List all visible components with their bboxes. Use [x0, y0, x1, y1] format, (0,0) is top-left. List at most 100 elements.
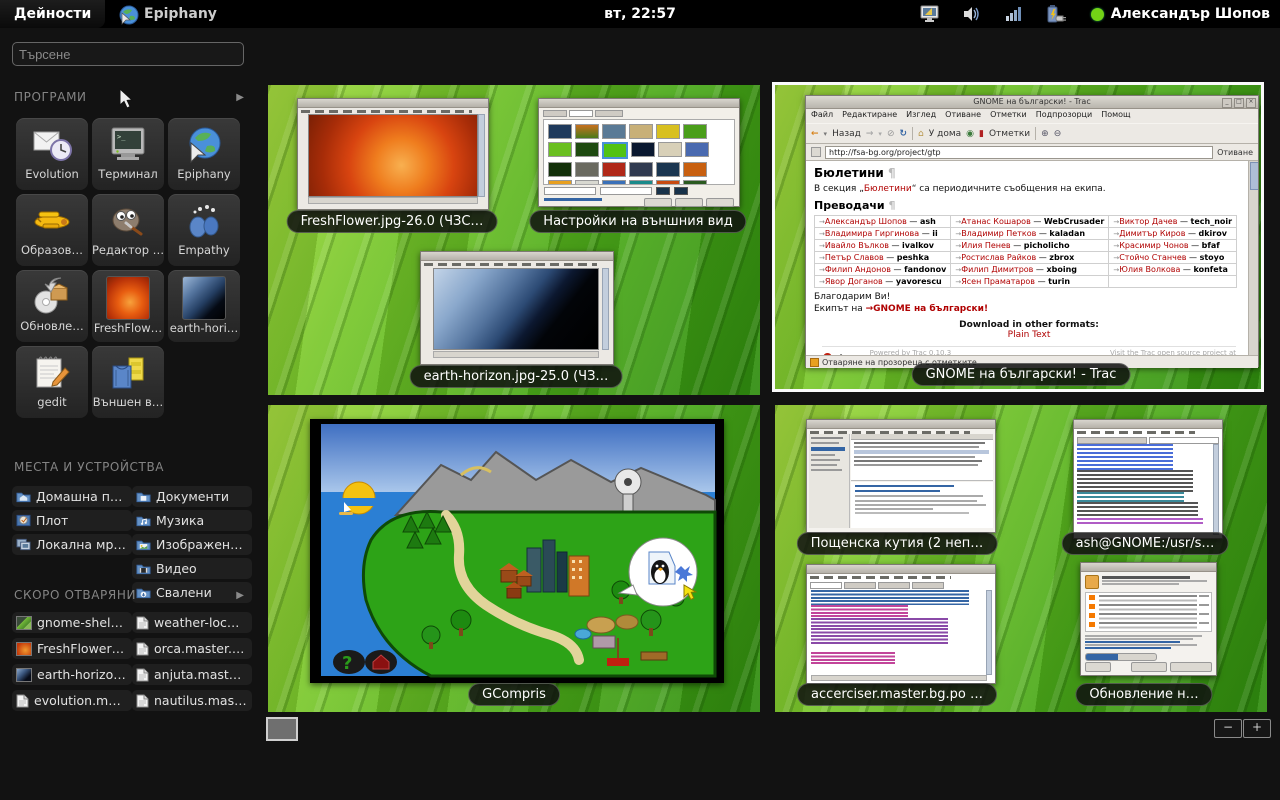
recent-nautilus-master[interactable]: nautilus.mas…: [132, 690, 252, 711]
scrollbar[interactable]: [1213, 444, 1219, 535]
translator-link[interactable]: Красимир Чонов: [1119, 241, 1188, 250]
window-titlebar[interactable]: [807, 565, 995, 574]
wallpaper-thumb[interactable]: [548, 162, 572, 177]
help-icon[interactable]: ?: [342, 653, 352, 674]
translator-link[interactable]: Виктор Дачев: [1119, 217, 1177, 226]
translator-link[interactable]: Димитър Киров: [1119, 229, 1185, 238]
window-titlebar[interactable]: GNOME на български! - Trac _ □ ×: [806, 96, 1258, 109]
recent-expander-icon[interactable]: ▶: [236, 590, 244, 601]
stop-icon[interactable]: ⊘: [887, 129, 895, 139]
place-documents[interactable]: Документи: [132, 486, 252, 507]
tab[interactable]: [844, 582, 876, 589]
translator-link[interactable]: Стойчо Станчев: [1119, 253, 1186, 262]
network-signal-icon[interactable]: [1003, 3, 1025, 25]
translator-link[interactable]: Петър Славов: [825, 253, 884, 262]
user-menu[interactable]: Александър Шопов: [1111, 6, 1270, 22]
wallpaper-thumb[interactable]: [575, 162, 599, 177]
wallpaper-thumb-selected[interactable]: [602, 142, 628, 159]
menu-file[interactable]: Файл: [811, 110, 833, 123]
wallpaper-thumb[interactable]: [683, 180, 707, 185]
workspace-1[interactable]: FreshFlower.jpg-26.0 (ЧЗС… Настройки на …: [268, 85, 760, 395]
minimize-button[interactable]: _: [1222, 98, 1232, 108]
app-gimp[interactable]: Редактор …: [92, 194, 164, 266]
forward-icon[interactable]: →: [866, 129, 874, 139]
url-input[interactable]: http://fsa-bg.org/project/gtp: [825, 146, 1213, 159]
power-icon[interactable]: [1045, 3, 1067, 25]
wallpaper-thumb[interactable]: [629, 180, 653, 185]
back-icon[interactable]: ←: [811, 129, 819, 139]
wallpaper-thumb[interactable]: [575, 180, 599, 185]
translator-link[interactable]: Атанас Кошаров: [961, 217, 1031, 226]
bulletins-link[interactable]: Бюлетини: [864, 184, 912, 194]
recent-orca-master[interactable]: orca.master.…: [132, 638, 252, 659]
app-gedit[interactable]: gedit: [16, 346, 88, 418]
translator-link[interactable]: Ростислав Райков: [961, 253, 1036, 262]
maximize-button[interactable]: □: [1234, 98, 1244, 108]
team-link[interactable]: →GNOME на български!: [866, 304, 988, 314]
wallpaper-thumb[interactable]: [656, 162, 680, 177]
wallpaper-thumb[interactable]: [658, 142, 682, 157]
workspace-2[interactable]: GNOME на български! - Trac _ □ × Файл Ре…: [772, 82, 1264, 392]
translator-link[interactable]: Ясен Праматаров: [961, 277, 1035, 286]
globe-icon[interactable]: ◉: [966, 129, 974, 139]
wallpaper-thumb[interactable]: [629, 124, 653, 139]
recent-evolution-file[interactable]: evolution.m…: [12, 690, 132, 711]
close-button[interactable]: ×: [1246, 98, 1256, 108]
tab[interactable]: [912, 582, 944, 589]
menu-bookmarks[interactable]: Отметки: [990, 110, 1027, 123]
search-input[interactable]: [12, 42, 244, 66]
color-swatch[interactable]: [656, 187, 670, 195]
place-desktop[interactable]: Плот: [12, 510, 132, 531]
place-local-network[interactable]: Локална мр…: [12, 534, 132, 555]
volume-icon[interactable]: [961, 3, 983, 25]
menu-tabs[interactable]: Подпрозорци: [1036, 110, 1093, 123]
updates-list[interactable]: [1085, 592, 1212, 632]
tab[interactable]: [1077, 437, 1147, 444]
wallpaper-thumb[interactable]: [575, 124, 599, 139]
button[interactable]: [675, 198, 703, 207]
app-epiphany[interactable]: Epiphany: [168, 118, 240, 190]
home-icon[interactable]: ⌂: [918, 129, 924, 139]
preview-pane[interactable]: [851, 482, 993, 528]
app-gcompris[interactable]: Образов…: [16, 194, 88, 266]
button[interactable]: [706, 198, 734, 207]
wallpaper-thumb[interactable]: [548, 142, 572, 157]
forward-dropdown-icon[interactable]: ▾: [878, 130, 882, 138]
workspace-3[interactable]: ? GCompris: [268, 405, 760, 712]
plain-text-link[interactable]: Plain Text: [814, 330, 1244, 340]
remove-workspace-button[interactable]: −: [1214, 719, 1242, 738]
wallpaper-thumb[interactable]: [575, 142, 599, 157]
check-button[interactable]: [1131, 662, 1167, 672]
bookmark-icon[interactable]: ▮: [979, 129, 984, 139]
tab[interactable]: [595, 110, 623, 117]
wallpaper-thumb[interactable]: [683, 124, 707, 139]
app-appearance[interactable]: Външен в…: [92, 346, 164, 418]
wallpaper-thumb[interactable]: [602, 180, 626, 185]
app-updates[interactable]: Обновле…: [16, 270, 88, 342]
wallpaper-thumb[interactable]: [656, 124, 680, 139]
gedit-tabs[interactable]: [807, 581, 995, 590]
app-evolution[interactable]: Evolution: [16, 118, 88, 190]
window-titlebar[interactable]: [807, 420, 995, 429]
window-epiphany-trac[interactable]: GNOME на български! - Trac _ □ × Файл Ре…: [805, 95, 1259, 367]
wallpaper-thumb[interactable]: [631, 142, 655, 157]
window-titlebar[interactable]: [539, 99, 739, 108]
workspace-indicator[interactable]: [266, 717, 298, 741]
translator-link[interactable]: Явор Доганов: [825, 277, 883, 286]
translator-link[interactable]: Александър Шопов: [825, 217, 907, 226]
window-titlebar[interactable]: [1074, 420, 1222, 429]
window-titlebar[interactable]: [421, 252, 613, 261]
place-downloads[interactable]: Свалени: [132, 582, 252, 603]
install-button[interactable]: [1170, 662, 1212, 672]
get-more-link[interactable]: [544, 198, 602, 201]
window-gedit-po[interactable]: [806, 564, 996, 684]
tab[interactable]: [543, 110, 567, 117]
app-freshflower-file[interactable]: FreshFlow…: [92, 270, 164, 342]
place-music[interactable]: Музика: [132, 510, 252, 531]
color-swatch[interactable]: [674, 187, 688, 195]
scroll-thumb[interactable]: [1250, 162, 1258, 190]
translator-link[interactable]: Ивайло Вълков: [825, 241, 889, 250]
reload-icon[interactable]: ↻: [899, 129, 907, 139]
window-gimp-earthhorizon[interactable]: [420, 251, 614, 365]
translator-link[interactable]: Филип Димитров: [961, 265, 1033, 274]
